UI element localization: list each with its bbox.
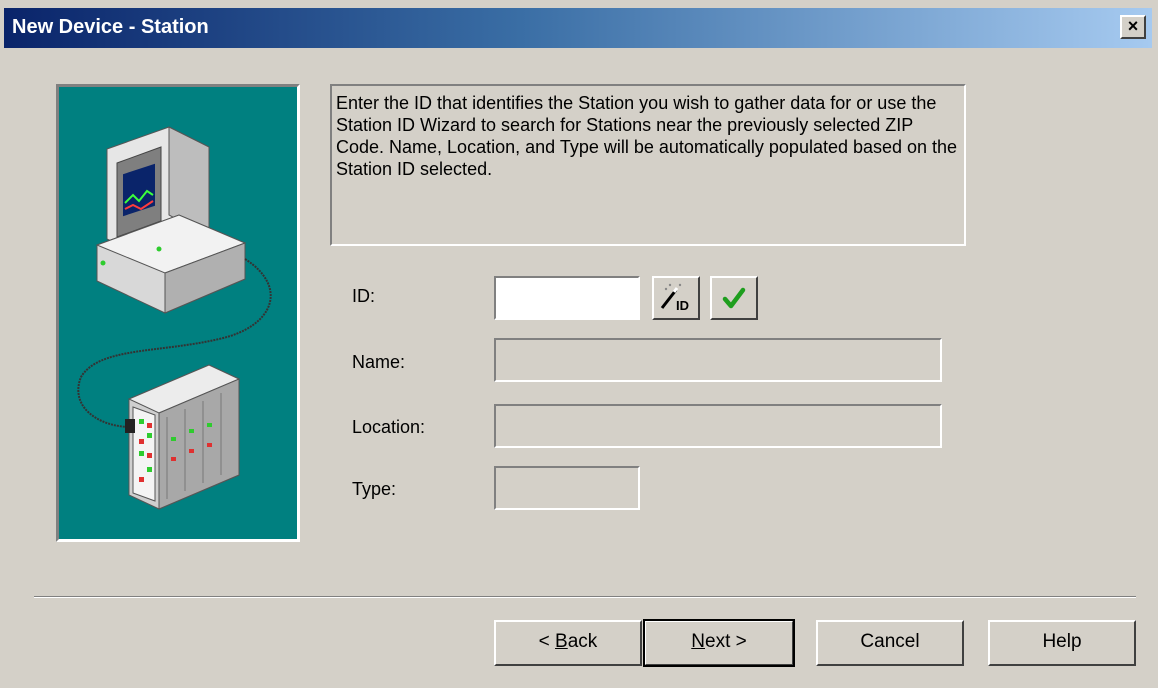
validate-id-button[interactable] [710,276,758,320]
id-field[interactable] [494,276,640,320]
back-button[interactable]: < Back [494,620,642,666]
help-button[interactable]: Help [988,620,1136,666]
wizard-illustration [56,84,300,542]
back-mnemonic: B [555,631,568,652]
id-input[interactable] [496,278,638,318]
instructions-panel: Enter the ID that identifies the Station… [330,84,966,246]
svg-text:ID: ID [676,298,689,313]
next-button[interactable]: Next > [643,619,795,667]
back-rest: ack [567,631,598,652]
separator-line [34,596,1136,598]
name-field [494,338,942,382]
cancel-label: Cancel [860,631,920,652]
location-label: Location: [352,417,426,437]
type-label: Type: [352,479,397,499]
next-mnemonic: N [691,631,705,652]
magic-wand-id-icon: ID [660,283,689,313]
wizard-window: New Device - Station × Enter the ID that… [0,0,1158,688]
close-icon: × [1127,16,1139,36]
id-label: ID: [352,286,376,306]
type-field [494,466,640,510]
instructions-text: Enter the ID that identifies the Station… [336,93,958,179]
computer-and-device-icon [77,126,272,510]
name-label: Name: [352,352,406,372]
station-id-wizard-button[interactable]: ID [652,276,700,320]
cancel-button[interactable]: Cancel [816,620,964,666]
location-field [494,404,942,448]
close-button[interactable]: × [1120,15,1146,39]
green-checkmark-icon [722,287,746,309]
help-label: Help [1042,631,1082,652]
title-bar[interactable]: New Device - Station × [4,8,1152,48]
window-title: New Device - Station [12,16,209,38]
back-prefix: < [538,631,556,652]
next-rest: ext > [705,631,747,652]
